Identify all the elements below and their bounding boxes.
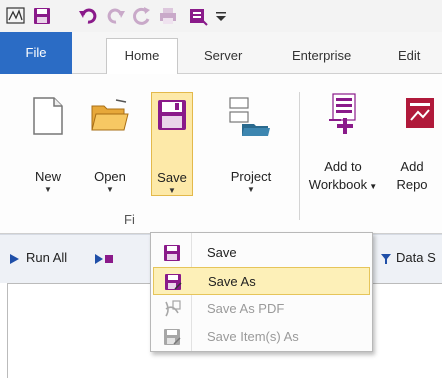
data-source-button[interactable]: Data S	[396, 250, 436, 265]
menu-item-label: Save	[207, 245, 237, 260]
add-workbook-icon	[329, 93, 356, 134]
print-icon	[160, 8, 176, 24]
new-button[interactable]: New ▼	[26, 86, 70, 196]
chevron-down-icon: ▼	[44, 185, 52, 194]
file-group-label: Fi	[124, 212, 135, 227]
save-button[interactable]: Save ▼	[151, 92, 193, 196]
save-dropdown-menu: Save Save As Save As PDF Save Item(s) As	[150, 232, 373, 352]
save-items-icon	[164, 329, 181, 345]
add-report-label-line2: Repo	[396, 177, 428, 192]
quick-access-toolbar	[0, 0, 442, 32]
add-report-label-line1: Add	[400, 159, 424, 174]
new-button-label: New	[34, 169, 61, 184]
qat-dropdown-icon[interactable]	[212, 6, 232, 26]
menu-item-label: Save As	[208, 274, 256, 289]
save-disk-icon	[158, 100, 186, 130]
save-as-icon	[165, 274, 182, 290]
open-folder-icon	[91, 99, 129, 131]
ribbon-home-panel: New ▼ Open ▼ Save ▼ Project ▼ Add to Wor…	[0, 74, 442, 234]
open-button[interactable]: Open ▼	[86, 86, 134, 196]
menu-item-label: Save Item(s) As	[207, 329, 299, 344]
app-icon	[6, 7, 25, 24]
run-step-icon[interactable]	[94, 253, 114, 265]
add-report-icon	[406, 98, 434, 128]
project-button[interactable]: Project ▼	[220, 86, 282, 196]
new-document-icon	[33, 97, 63, 135]
menu-item-save[interactable]: Save	[153, 239, 370, 267]
tab-file[interactable]: File	[0, 32, 72, 74]
open-button-label: Open	[94, 169, 126, 184]
filter-icon	[381, 254, 391, 264]
add-to-workbook-label-line2: Workbook ▼	[308, 177, 378, 192]
ribbon-tab-bar: File Home Server Enterprise Edit	[0, 32, 442, 75]
tab-server[interactable]: Server	[204, 42, 242, 74]
chevron-down-icon: ▼	[168, 186, 176, 195]
tab-home[interactable]: Home	[106, 38, 178, 75]
customize-icon[interactable]	[188, 6, 208, 26]
menu-item-label: Save As PDF	[207, 301, 285, 316]
group-divider	[299, 92, 300, 220]
add-to-workbook-button[interactable]: Add to Workbook ▼	[307, 86, 379, 196]
save-icon[interactable]	[32, 6, 52, 26]
project-button-label: Project	[230, 169, 272, 184]
project-icon	[229, 97, 270, 136]
tab-enterprise[interactable]: Enterprise	[292, 42, 351, 74]
save-icon	[164, 245, 180, 261]
menu-item-save-as-pdf: Save As PDF	[153, 295, 370, 323]
chevron-down-icon: ▼	[106, 185, 114, 194]
menu-item-save-as[interactable]: Save As	[153, 267, 370, 295]
save-button-label: Save	[157, 170, 187, 185]
undo-icon[interactable]	[78, 6, 98, 26]
menu-item-save-items-as: Save Item(s) As	[153, 323, 370, 351]
refresh-icon	[133, 7, 150, 25]
add-report-button[interactable]: Add Repo	[382, 86, 442, 196]
chevron-down-icon: ▼	[247, 185, 255, 194]
add-to-workbook-label-line1: Add to	[324, 159, 362, 174]
redo-icon	[107, 8, 125, 24]
tab-edit[interactable]: Edit	[398, 42, 420, 74]
pdf-icon	[165, 300, 181, 317]
run-all-button[interactable]: Run All	[26, 250, 67, 265]
play-icon	[10, 254, 19, 264]
